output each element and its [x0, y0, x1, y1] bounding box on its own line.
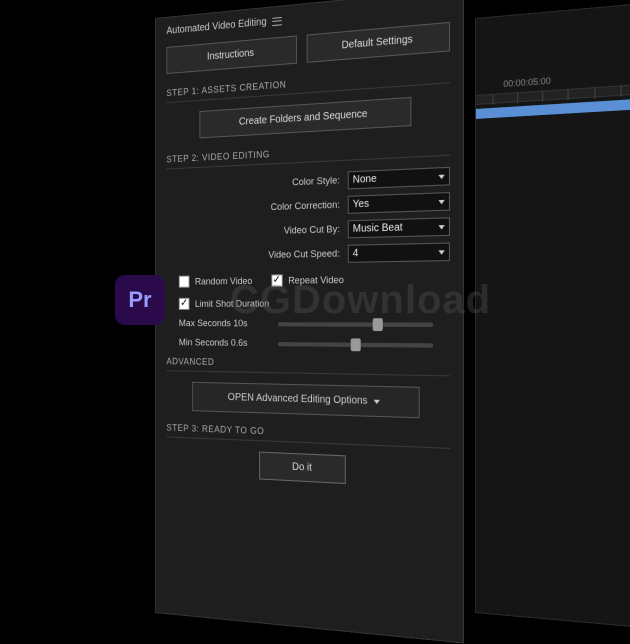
default-settings-button[interactable]: Default Settings [307, 22, 450, 63]
max-seconds-label: Max Seconds 10s [179, 318, 267, 329]
chevron-down-icon [438, 250, 444, 255]
cut-speed-label: Video Cut Speed: [268, 248, 340, 261]
premiere-pro-badge: Pr [115, 275, 165, 325]
min-seconds-label: Min Seconds 0.6s [179, 337, 267, 349]
main-panel: Automated Video Editing Instructions Def… [155, 0, 464, 643]
create-folders-button[interactable]: Create Folders and Sequence [199, 97, 411, 139]
color-correction-select[interactable]: Yes [348, 192, 450, 214]
cut-by-select[interactable]: Music Beat [348, 217, 450, 238]
min-seconds-slider[interactable] [278, 342, 433, 348]
max-seconds-slider[interactable] [278, 322, 433, 327]
chevron-down-icon [438, 174, 444, 179]
cut-by-value: Music Beat [353, 222, 403, 235]
divider [166, 370, 450, 376]
color-correction-label: Color Correction: [271, 199, 340, 213]
chevron-down-icon [374, 399, 380, 403]
color-correction-value: Yes [353, 198, 369, 210]
timecode: 00:00:05:00 [503, 76, 550, 89]
slider-thumb[interactable] [351, 338, 361, 351]
random-video-checkbox[interactable] [179, 276, 190, 288]
step1-label: STEP 1: ASSETS CREATION [166, 67, 450, 98]
timeline-panel: 00:00:05:00 [475, 3, 630, 629]
advanced-button-label: OPEN Advanced Editing Options [228, 392, 368, 407]
slider-thumb[interactable] [372, 318, 382, 331]
color-style-label: Color Style: [292, 175, 340, 189]
limit-shot-label: Limit Shot Duration [195, 298, 269, 310]
chevron-down-icon [438, 199, 444, 204]
chevron-down-icon [438, 225, 444, 230]
instructions-button[interactable]: Instructions [166, 35, 297, 74]
color-style-value: None [353, 173, 377, 186]
cut-by-label: Video Cut By: [284, 224, 340, 237]
cut-speed-value: 4 [353, 248, 359, 260]
repeat-video-label: Repeat Video [288, 274, 344, 286]
random-video-label: Random Video [195, 275, 252, 287]
color-style-select[interactable]: None [348, 167, 450, 190]
cut-speed-select[interactable]: 4 [348, 242, 450, 262]
advanced-options-button[interactable]: OPEN Advanced Editing Options [193, 382, 420, 418]
menu-icon[interactable] [272, 16, 281, 25]
do-it-button[interactable]: Do it [259, 452, 346, 484]
step3-label: STEP 3: READY TO GO [166, 422, 450, 443]
advanced-label: ADVANCED [166, 356, 450, 371]
panel-title: Automated Video Editing [166, 16, 266, 37]
limit-shot-checkbox[interactable] [179, 298, 190, 310]
repeat-video-checkbox[interactable] [271, 274, 282, 287]
